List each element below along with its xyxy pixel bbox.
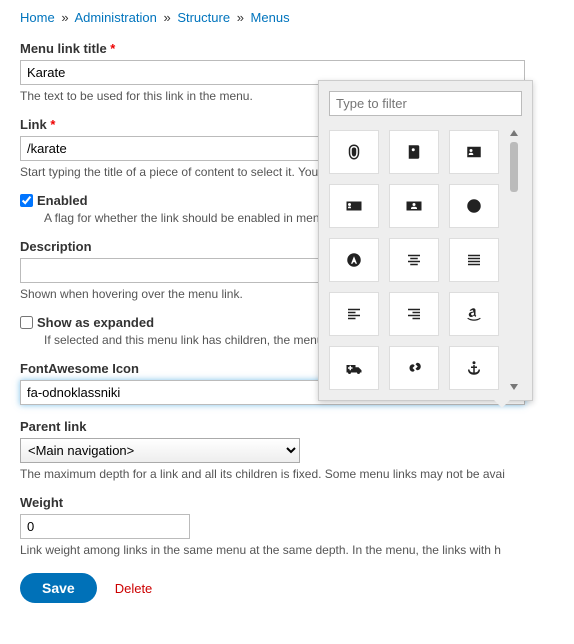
amazon-icon bbox=[465, 305, 483, 323]
breadcrumb-sep: » bbox=[61, 10, 68, 25]
icon-cell-adn[interactable] bbox=[329, 238, 379, 282]
parent-desc: The maximum depth for a link and all its… bbox=[20, 467, 554, 481]
scroll-thumb[interactable] bbox=[510, 142, 518, 192]
icon-cell-align-center[interactable] bbox=[389, 238, 439, 282]
icon-picker-popup bbox=[318, 80, 533, 401]
icon-cell-id-badge[interactable] bbox=[389, 184, 439, 228]
breadcrumb: Home » Administration » Structure » Menu… bbox=[20, 10, 554, 25]
align-right-icon bbox=[405, 305, 423, 323]
picker-pointer bbox=[494, 400, 510, 408]
ambulance-icon bbox=[345, 359, 363, 377]
scroll-down-icon bbox=[510, 384, 518, 390]
breadcrumb-home[interactable]: Home bbox=[20, 10, 55, 25]
align-center-icon bbox=[405, 251, 423, 269]
icon-filter-input[interactable] bbox=[329, 91, 522, 116]
weight-label: Weight bbox=[20, 495, 554, 510]
breadcrumb-sep: » bbox=[163, 10, 170, 25]
weight-desc: Link weight among links in the same menu… bbox=[20, 543, 554, 557]
parent-select[interactable]: <Main navigation> bbox=[20, 438, 300, 463]
align-left-icon bbox=[345, 305, 363, 323]
weight-input[interactable] bbox=[20, 514, 190, 539]
icon-cell-amazon[interactable] bbox=[449, 292, 499, 336]
icon-scrollbar[interactable] bbox=[509, 130, 519, 390]
breadcrumb-admin[interactable]: Administration bbox=[74, 10, 156, 25]
asl-icon bbox=[405, 359, 423, 377]
breadcrumb-structure[interactable]: Structure bbox=[177, 10, 230, 25]
id-card-icon bbox=[345, 197, 363, 215]
address-book-icon bbox=[405, 143, 423, 161]
icon-cell-ambulance[interactable] bbox=[329, 346, 379, 390]
icon-cell-align-left[interactable] bbox=[329, 292, 379, 336]
icon-cell-id-card[interactable] bbox=[329, 184, 379, 228]
delete-link[interactable]: Delete bbox=[115, 581, 153, 596]
icon-cell-align-right[interactable] bbox=[389, 292, 439, 336]
expanded-checkbox[interactable] bbox=[20, 316, 33, 329]
parent-label: Parent link bbox=[20, 419, 554, 434]
save-button[interactable]: Save bbox=[20, 573, 97, 603]
anchor-icon bbox=[465, 359, 483, 377]
title-label: Menu link title * bbox=[20, 41, 554, 56]
enabled-label: Enabled bbox=[37, 193, 88, 208]
breadcrumb-sep: » bbox=[237, 10, 244, 25]
icon-grid bbox=[329, 130, 499, 390]
align-justify-icon bbox=[465, 251, 483, 269]
icon-cell-asl[interactable] bbox=[389, 346, 439, 390]
icon-cell-adjust[interactable] bbox=[449, 184, 499, 228]
adn-icon bbox=[345, 251, 363, 269]
icon-cell-anchor[interactable] bbox=[449, 346, 499, 390]
scroll-up-icon bbox=[510, 130, 518, 136]
icon-cell-align-justify[interactable] bbox=[449, 238, 499, 282]
adjust-icon bbox=[465, 197, 483, 215]
fingerprint-icon bbox=[345, 143, 363, 161]
expanded-label: Show as expanded bbox=[37, 315, 154, 330]
icon-cell-address-card[interactable] bbox=[449, 130, 499, 174]
enabled-checkbox[interactable] bbox=[20, 194, 33, 207]
id-badge-icon bbox=[405, 197, 423, 215]
icon-cell-address-book[interactable] bbox=[389, 130, 439, 174]
icon-cell-fingerprint[interactable] bbox=[329, 130, 379, 174]
breadcrumb-menus[interactable]: Menus bbox=[251, 10, 290, 25]
address-card-icon bbox=[465, 143, 483, 161]
